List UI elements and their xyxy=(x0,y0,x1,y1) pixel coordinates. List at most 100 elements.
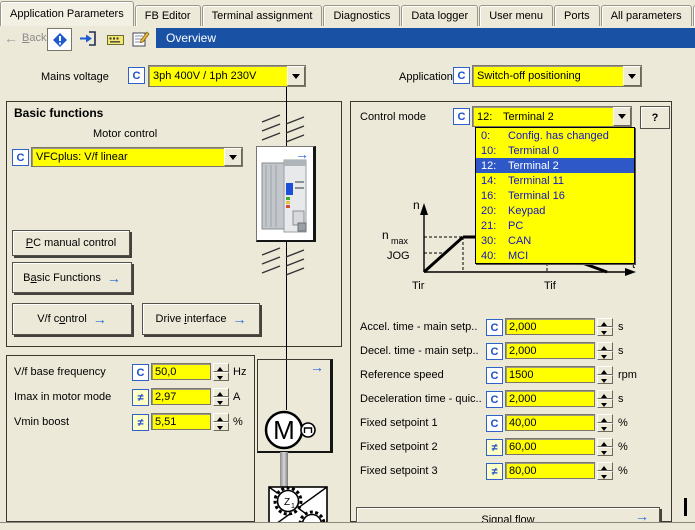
svg-text:M: M xyxy=(273,415,295,445)
c-flag-icon[interactable] xyxy=(132,364,149,381)
mains-voltage-combobox[interactable]: 3ph 400V / 1ph 230V xyxy=(148,65,306,87)
c-flag-icon[interactable] xyxy=(453,108,470,125)
dropdown-arrow-icon[interactable] xyxy=(224,148,242,166)
spinner[interactable] xyxy=(597,414,613,432)
signal-entry-button[interactable] xyxy=(76,28,99,49)
arrow-icon[interactable]: → xyxy=(310,362,324,372)
fixed-setpoint-2-input[interactable] xyxy=(505,438,595,455)
properties-button[interactable] xyxy=(129,28,152,49)
c-flag-icon[interactable] xyxy=(486,367,503,384)
imax-motor-mode-input[interactable] xyxy=(151,388,211,405)
spinner[interactable] xyxy=(597,318,613,336)
tab-data-logger[interactable]: Data logger xyxy=(401,5,478,26)
param-unit: s xyxy=(618,393,624,405)
keypad-button[interactable] xyxy=(104,28,127,49)
c-flag-icon[interactable] xyxy=(453,67,470,84)
fixed-setpoint-1-input[interactable] xyxy=(505,414,595,431)
quick-stop-decel-input[interactable] xyxy=(505,390,595,407)
inverter-image-frame[interactable]: → xyxy=(256,146,316,242)
param-label: Fixed setpoint 2 xyxy=(360,441,438,453)
button-label: PC manual control xyxy=(26,237,117,249)
c-flag-icon[interactable] xyxy=(486,319,503,336)
tab-all-parameters[interactable]: All parameters xyxy=(601,5,692,26)
dropdown-option[interactable]: 14:Terminal 11 xyxy=(476,173,634,188)
c-flag-icon[interactable] xyxy=(128,67,145,84)
spinner[interactable] xyxy=(597,390,613,408)
application-label: Application xyxy=(399,71,453,83)
tab-fb-editor[interactable]: FB Editor xyxy=(135,5,201,26)
signal-entry-icon xyxy=(79,31,97,46)
tab-bar: Application Parameters FB Editor Termina… xyxy=(0,0,695,26)
spinner[interactable] xyxy=(213,413,229,431)
fixed-setpoint-3-input[interactable] xyxy=(505,462,595,479)
dropdown-option[interactable]: 20:Keypad xyxy=(476,203,634,218)
decel-time-input[interactable] xyxy=(505,342,595,359)
spinner[interactable] xyxy=(213,363,229,381)
pc-manual-control-button[interactable]: PC manual control xyxy=(12,230,130,256)
param-label: Vmin boost xyxy=(14,416,69,428)
c-flag-icon[interactable] xyxy=(486,391,503,408)
diamond-icon xyxy=(52,32,68,48)
accel-time-input[interactable] xyxy=(505,318,595,335)
help-button[interactable]: ? xyxy=(640,106,670,129)
dropdown-option[interactable]: 10:Terminal 0 xyxy=(476,143,634,158)
dropdown-option[interactable]: 30:CAN xyxy=(476,233,634,248)
spinner[interactable] xyxy=(213,388,229,406)
param-label: Fixed setpoint 3 xyxy=(360,465,438,477)
dropdown-arrow-icon[interactable] xyxy=(287,66,305,86)
tab-terminal-assignment[interactable]: Terminal assignment xyxy=(202,5,323,26)
drive-interface-button[interactable]: Drive interface → xyxy=(142,303,260,335)
page-title: Overview xyxy=(156,28,695,48)
dropdown-option[interactable]: 40:MCI xyxy=(476,248,634,263)
basic-functions-button[interactable]: Basic Functions → xyxy=(12,262,132,293)
button-label: Basic Functions xyxy=(23,272,101,284)
help-label: ? xyxy=(652,112,659,124)
dropdown-option[interactable]: 0:Config. has changed xyxy=(476,128,634,143)
basic-functions-title: Basic functions xyxy=(14,106,103,120)
reference-speed-input[interactable] xyxy=(505,366,595,383)
application-combobox[interactable]: Switch-off positioning xyxy=(472,65,642,87)
navigate-button[interactable] xyxy=(47,28,72,51)
spinner[interactable] xyxy=(597,366,613,384)
tab-application-parameters[interactable]: Application Parameters xyxy=(0,1,134,26)
tab-diagnostics[interactable]: Diagnostics xyxy=(323,5,400,26)
inhibit-flag-icon[interactable] xyxy=(486,439,503,456)
dropdown-option-selected[interactable]: 12:Terminal 2 xyxy=(476,158,634,173)
dropdown-option[interactable]: 16:Terminal 16 xyxy=(476,188,634,203)
three-phase-symbol xyxy=(260,243,310,279)
spinner[interactable] xyxy=(597,342,613,360)
param-unit: % xyxy=(618,465,628,477)
motor-control-combobox[interactable]: VFCplus: V/f linear xyxy=(31,147,243,167)
control-mode-value: 12: Terminal 2 xyxy=(473,107,613,126)
arrow-icon[interactable]: → xyxy=(295,149,309,159)
tab-user-menu[interactable]: User menu xyxy=(479,5,553,26)
inhibit-flag-icon[interactable] xyxy=(486,463,503,480)
dropdown-option[interactable]: 21:PC xyxy=(476,218,634,233)
vf-control-button[interactable]: V/f control → xyxy=(12,303,132,335)
inhibit-flag-icon[interactable] xyxy=(132,389,149,406)
tab-ports[interactable]: Ports xyxy=(554,5,600,26)
inhibit-flag-icon[interactable] xyxy=(132,414,149,431)
vmin-boost-input[interactable] xyxy=(151,413,211,430)
c-flag-icon[interactable] xyxy=(12,149,29,166)
param-unit: Hz xyxy=(233,366,246,378)
arrow-icon: → xyxy=(232,314,246,324)
c-flag-icon[interactable] xyxy=(486,343,503,360)
param-label: V/f base frequency xyxy=(14,366,106,378)
param-label: Deceleration time - quic.. xyxy=(360,393,482,405)
spinner[interactable] xyxy=(597,462,613,480)
param-label: Accel. time - main setp.. xyxy=(360,321,477,333)
dropdown-arrow-icon[interactable] xyxy=(613,107,631,126)
motor-control-value: VFCplus: V/f linear xyxy=(32,148,224,166)
param-label: Fixed setpoint 1 xyxy=(360,417,438,429)
control-mode-combobox[interactable]: 12: Terminal 2 xyxy=(472,106,632,127)
param-label: Decel. time - main setp.. xyxy=(360,345,479,357)
control-mode-dropdown-list: 0:Config. has changed 10:Terminal 0 12:T… xyxy=(475,127,635,264)
dropdown-arrow-icon[interactable] xyxy=(623,66,641,86)
properties-icon xyxy=(132,31,149,47)
vf-base-frequency-input[interactable] xyxy=(151,363,211,380)
c-flag-icon[interactable] xyxy=(486,415,503,432)
back-button[interactable]: ← Back xyxy=(4,30,46,46)
keypad-icon xyxy=(107,33,124,45)
spinner[interactable] xyxy=(597,438,613,456)
